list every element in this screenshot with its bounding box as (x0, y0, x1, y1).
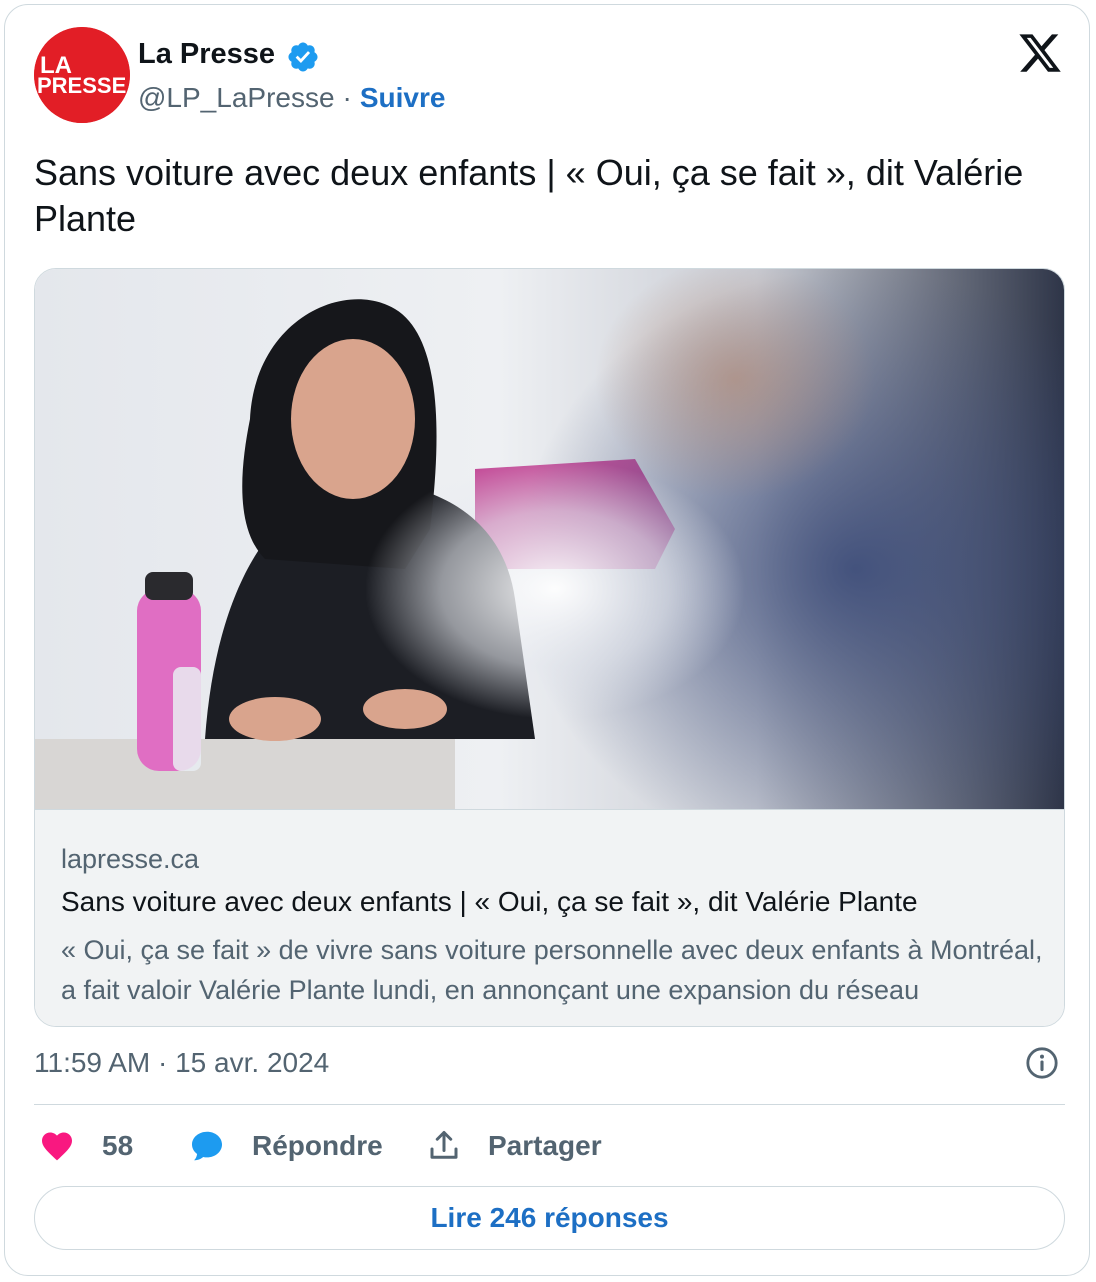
svg-text:PRESSE: PRESSE (37, 73, 126, 98)
author-handle[interactable]: @LP_LaPresse (138, 82, 335, 113)
verified-badge-icon (288, 42, 318, 72)
heart-icon (42, 1132, 72, 1161)
link-domain: lapresse.ca (61, 844, 200, 874)
la-presse-logo: LA PRESSE (34, 27, 130, 123)
info-icon[interactable] (1025, 1046, 1059, 1080)
share-label: Partager (488, 1130, 602, 1161)
link-card-meta: lapresse.ca Sans voiture avec deux enfan… (35, 809, 1064, 1026)
link-description: « Oui, ça se fait » de vivre sans voitur… (61, 935, 1043, 1005)
reply-label: Répondre (252, 1130, 383, 1161)
share-icon (430, 1131, 458, 1159)
follow-button[interactable]: Suivre (360, 82, 446, 113)
separator-dot: · (342, 82, 352, 113)
read-replies-button[interactable]: Lire 246 réponses (34, 1186, 1065, 1250)
like-count: 58 (102, 1130, 134, 1161)
tweet-timestamp[interactable]: 11:59 AM · 15 avr. 2024 (34, 1047, 329, 1079)
author-name[interactable]: La Presse (138, 38, 275, 71)
tweet-text: Sans voiture avec deux enfants | « Oui, … (34, 152, 1024, 239)
share-button[interactable]: Partager (426, 1126, 602, 1166)
like-button[interactable]: 58 (38, 1126, 133, 1166)
reply-button[interactable]: Répondre (188, 1126, 383, 1166)
reply-bubble-icon (192, 1131, 222, 1161)
link-preview-card[interactable]: lapresse.ca Sans voiture avec deux enfan… (34, 268, 1065, 1027)
divider (34, 1104, 1065, 1105)
link-title: Sans voiture avec deux enfants | « Oui, … (61, 886, 918, 917)
article-photo (35, 269, 1064, 809)
handle-row: @LP_LaPresse · Suivre (138, 82, 445, 114)
x-logo-icon[interactable] (1016, 30, 1064, 76)
avatar[interactable]: LA PRESSE (34, 27, 130, 123)
